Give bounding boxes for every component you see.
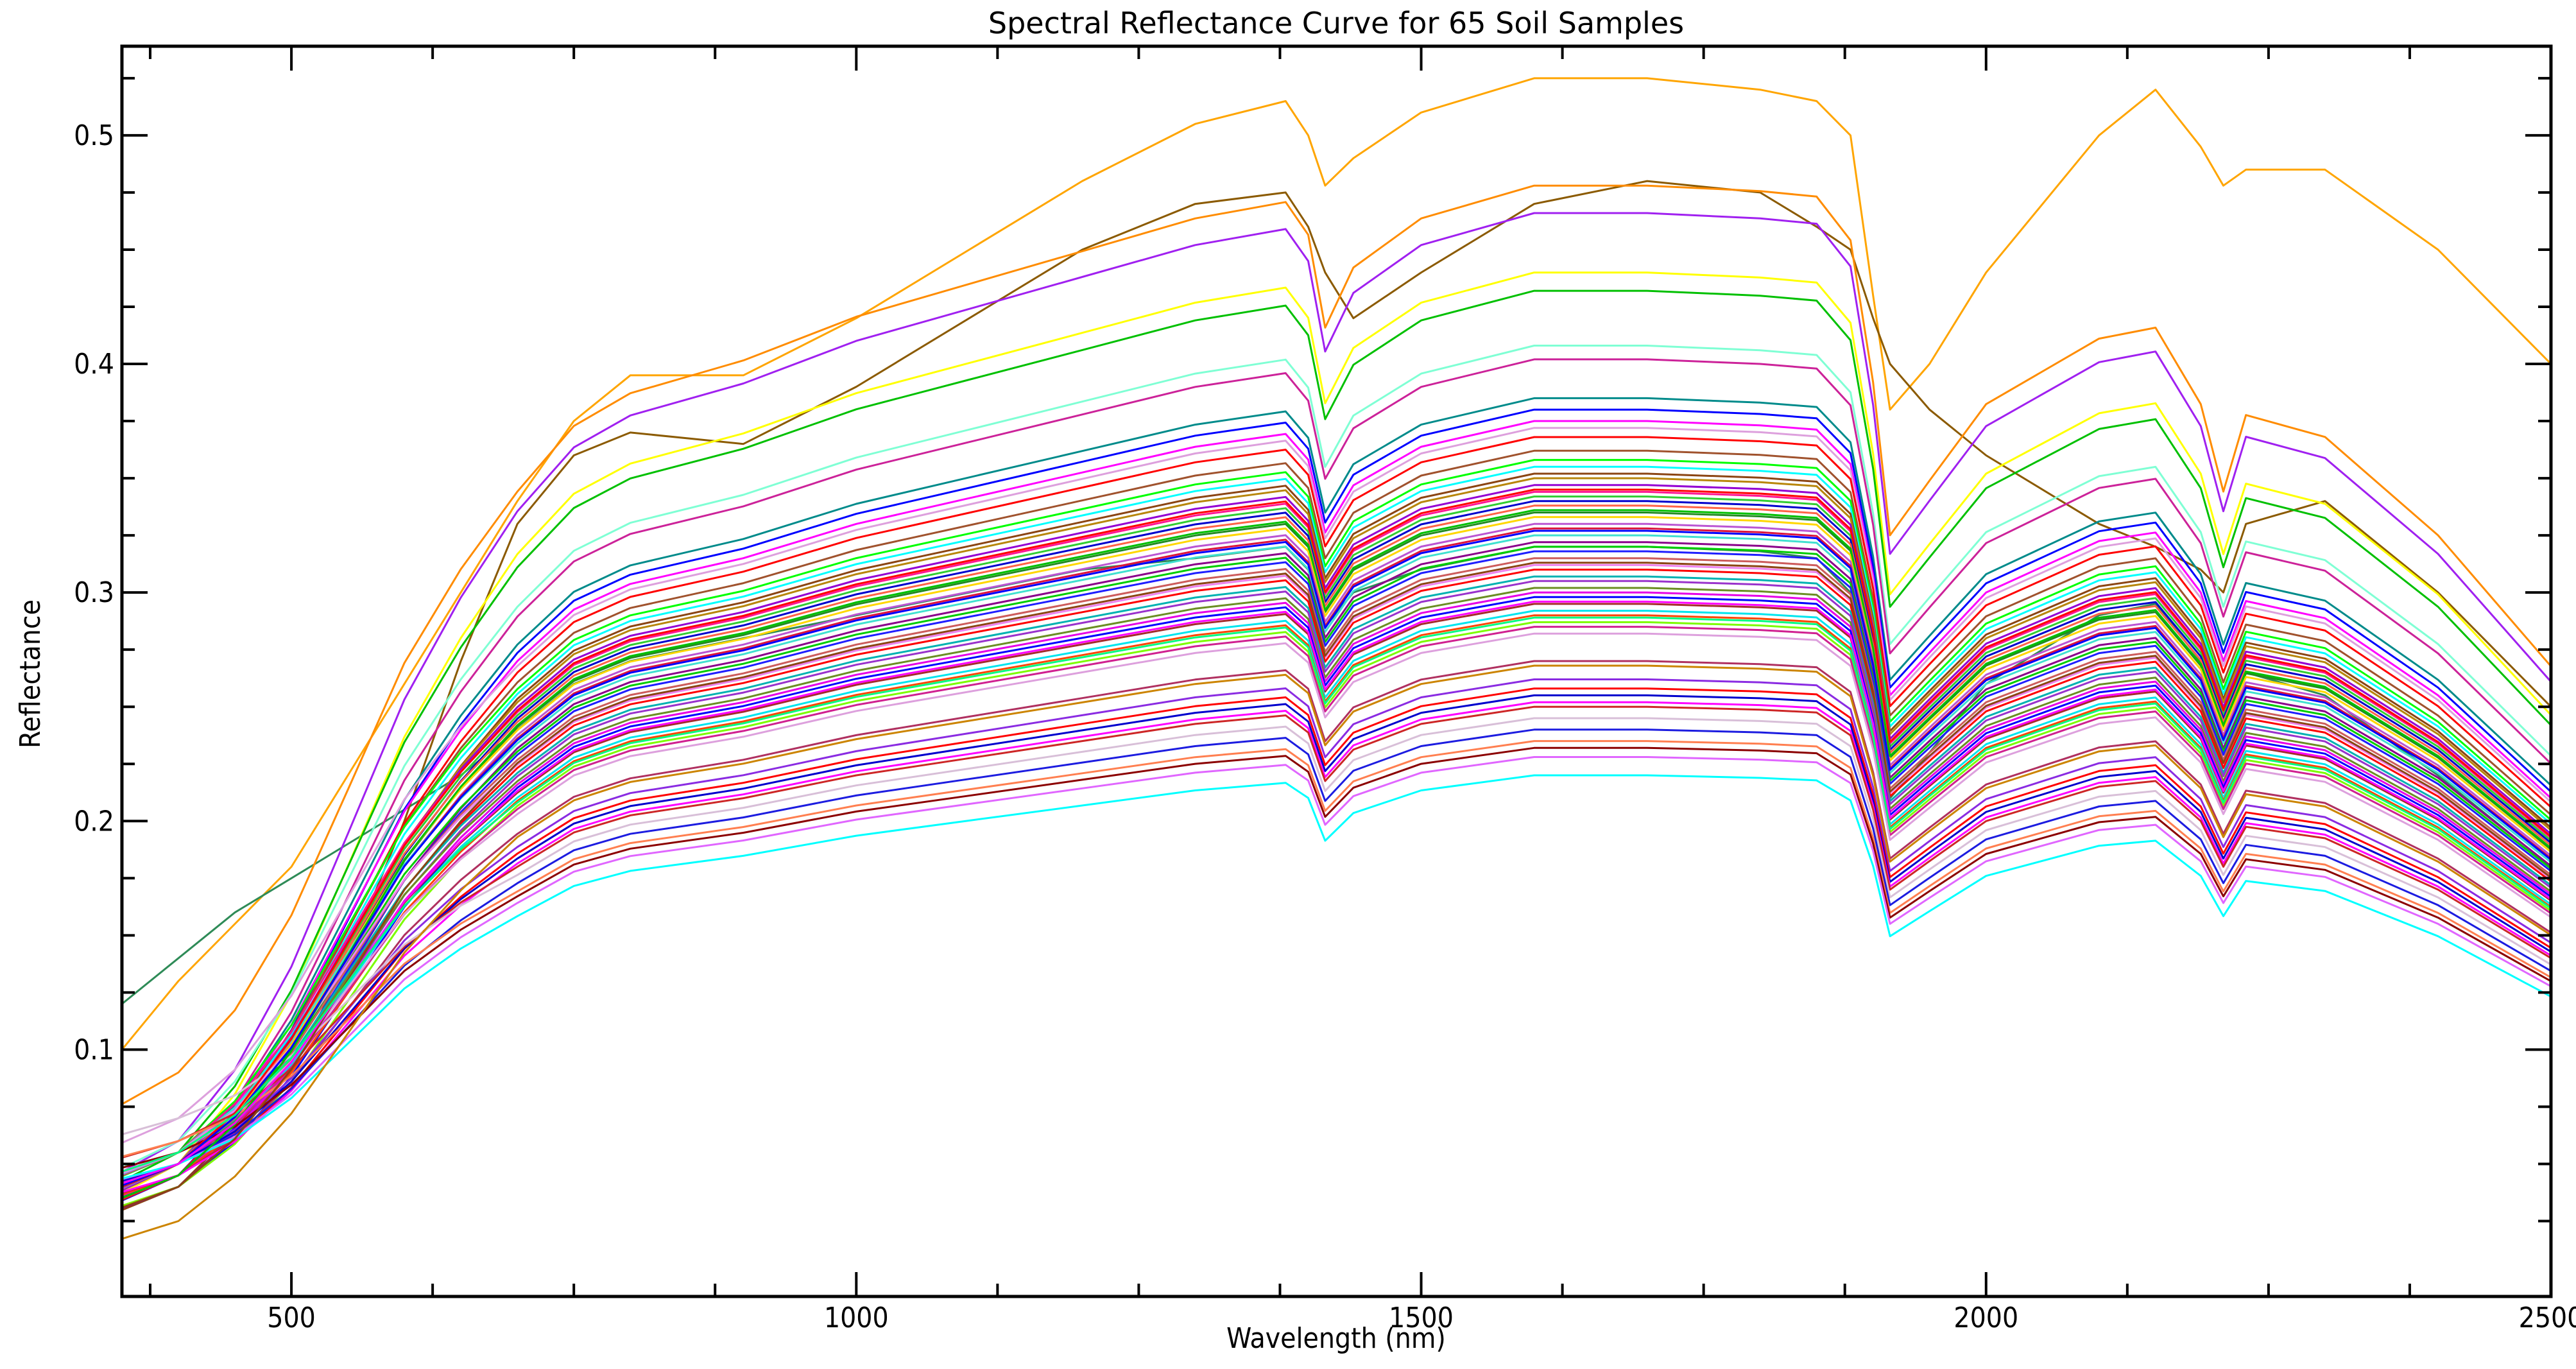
- y-tick-label: 0.1: [74, 1033, 114, 1066]
- y-axis-label: Reflectance: [14, 599, 47, 748]
- y-tick-label: 0.2: [74, 805, 114, 838]
- x-tick-label: 500: [267, 1302, 316, 1334]
- series-line-55: [121, 740, 2552, 1158]
- series-line-24: [121, 504, 2552, 1187]
- y-tick-label: 0.3: [74, 576, 114, 609]
- series-layer: [121, 77, 2552, 1240]
- y-tick-label: 0.5: [74, 119, 114, 152]
- x-tick-label: 1000: [824, 1302, 889, 1334]
- x-tick-label: 2500: [2519, 1302, 2576, 1334]
- x-tick-label: 2000: [1953, 1302, 2018, 1334]
- chart-title: Spectral Reflectance Curve for 65 Soil S…: [988, 6, 1684, 40]
- x-axis-label: Wavelength (nm): [1226, 1322, 1446, 1355]
- series-line-56: [121, 746, 2552, 1169]
- spectral-chart: Spectral Reflectance Curve for 65 Soil S…: [14, 6, 2576, 1355]
- y-tick-label: 0.4: [74, 348, 114, 381]
